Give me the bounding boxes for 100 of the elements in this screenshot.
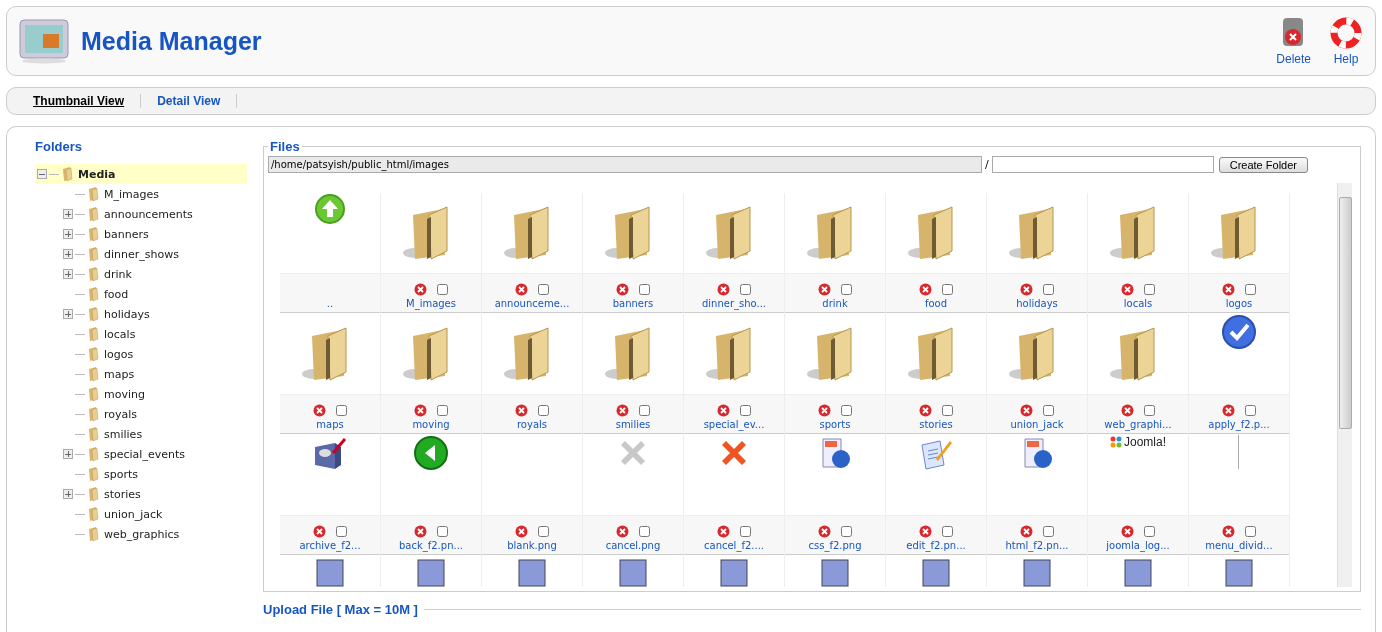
select-checkbox[interactable] [942, 284, 953, 295]
delete-icon[interactable] [818, 404, 831, 417]
select-checkbox[interactable] [841, 526, 852, 537]
file-name-link[interactable]: logos [1225, 298, 1253, 309]
delete-icon[interactable] [818, 283, 831, 296]
expand-toggle-icon[interactable] [63, 309, 73, 319]
file-name-link[interactable]: dinner_sho... [701, 298, 767, 309]
expand-toggle-icon[interactable] [63, 249, 73, 259]
delete-icon[interactable] [919, 404, 932, 417]
folder-name[interactable]: dinner_shows [104, 247, 179, 261]
file-name-link[interactable]: .. [326, 298, 334, 309]
select-checkbox[interactable] [538, 284, 549, 295]
delete-icon[interactable] [616, 404, 629, 417]
collapse-toggle-icon[interactable] [37, 169, 47, 179]
expand-toggle-icon[interactable] [63, 269, 73, 279]
file-name-link[interactable]: special_ev... [703, 419, 765, 430]
select-checkbox[interactable] [740, 405, 751, 416]
delete-icon[interactable] [1020, 404, 1033, 417]
view-tab[interactable]: Detail View [157, 94, 238, 108]
delete-icon[interactable] [515, 283, 528, 296]
select-checkbox[interactable] [336, 405, 347, 416]
select-checkbox[interactable] [1245, 284, 1256, 295]
delete-icon[interactable] [717, 525, 730, 538]
help-button[interactable]: Help [1329, 16, 1363, 66]
select-checkbox[interactable] [841, 284, 852, 295]
select-checkbox[interactable] [1043, 405, 1054, 416]
delete-icon[interactable] [1121, 525, 1134, 538]
delete-icon[interactable] [515, 404, 528, 417]
delete-icon[interactable] [1222, 283, 1235, 296]
folder-name[interactable]: royals [104, 407, 138, 421]
file-name-link[interactable]: smilies [615, 419, 651, 430]
select-checkbox[interactable] [1144, 405, 1155, 416]
folder-name[interactable]: union_jack [104, 507, 163, 521]
folder-name[interactable]: special_events [104, 447, 185, 461]
expand-toggle-icon[interactable] [63, 209, 73, 219]
file-name-link[interactable]: back_f2.pn... [398, 540, 464, 551]
folder-name[interactable]: web_graphics [104, 527, 180, 541]
folder-name[interactable]: Media [78, 167, 116, 181]
folder-name[interactable]: banners [104, 227, 149, 241]
folder-name[interactable]: holidays [104, 307, 150, 321]
delete-icon[interactable] [1121, 404, 1134, 417]
delete-icon[interactable] [616, 283, 629, 296]
delete-icon[interactable] [1121, 283, 1134, 296]
delete-icon[interactable] [414, 404, 427, 417]
delete-icon[interactable] [1222, 404, 1235, 417]
file-name-link[interactable]: cancel.png [605, 540, 661, 551]
folder-name[interactable]: logos [104, 347, 134, 361]
select-checkbox[interactable] [1144, 284, 1155, 295]
file-name-link[interactable]: union_jack [1010, 419, 1064, 430]
expand-toggle-icon[interactable] [63, 229, 73, 239]
folder-tree-root[interactable]: Media [35, 164, 247, 184]
folder-name[interactable]: drink [104, 267, 132, 281]
file-name-link[interactable]: M_images [406, 298, 456, 309]
delete-icon[interactable] [313, 525, 326, 538]
delete-icon[interactable] [313, 404, 326, 417]
folder-name-input[interactable] [991, 156, 1214, 173]
select-checkbox[interactable] [538, 526, 549, 537]
file-name-link[interactable]: html_f2.pn... [1005, 540, 1069, 551]
view-tab[interactable]: Thumbnail View [33, 94, 142, 108]
folder-name[interactable]: locals [104, 327, 136, 341]
delete-icon[interactable] [616, 525, 629, 538]
file-name-link[interactable]: locals [1123, 298, 1153, 309]
file-name-link[interactable]: banners [612, 298, 654, 309]
select-checkbox[interactable] [437, 405, 448, 416]
folder-name[interactable]: stories [104, 487, 141, 501]
delete-icon[interactable] [1222, 525, 1235, 538]
select-checkbox[interactable] [1245, 526, 1256, 537]
select-checkbox[interactable] [740, 284, 751, 295]
folder-name[interactable]: M_images [104, 187, 159, 201]
expand-toggle-icon[interactable] [63, 449, 73, 459]
file-name-link[interactable]: sports [819, 419, 851, 430]
file-name-link[interactable]: royals [516, 419, 547, 430]
delete-icon[interactable] [717, 283, 730, 296]
path-field[interactable]: /home/patsyish/public_html/images [268, 156, 982, 173]
folder-name[interactable]: sports [104, 467, 138, 481]
file-name-link[interactable]: cancel_f2.... [704, 540, 764, 551]
select-checkbox[interactable] [336, 526, 347, 537]
file-name-link[interactable]: archive_f2... [299, 540, 361, 551]
file-name-link[interactable]: menu_divid... [1205, 540, 1273, 551]
file-name-link[interactable]: maps [316, 419, 344, 430]
select-checkbox[interactable] [437, 284, 448, 295]
delete-icon[interactable] [414, 525, 427, 538]
delete-icon[interactable] [818, 525, 831, 538]
delete-icon[interactable] [717, 404, 730, 417]
select-checkbox[interactable] [1043, 284, 1054, 295]
delete-icon[interactable] [515, 525, 528, 538]
expand-toggle-icon[interactable] [63, 489, 73, 499]
delete-icon[interactable] [919, 525, 932, 538]
select-checkbox[interactable] [1043, 526, 1054, 537]
delete-icon[interactable] [1020, 525, 1033, 538]
folder-name[interactable]: smilies [104, 427, 143, 441]
select-checkbox[interactable] [841, 405, 852, 416]
scrollbar[interactable] [1337, 183, 1352, 587]
file-name-link[interactable]: blank.png [507, 540, 557, 551]
delete-icon[interactable] [919, 283, 932, 296]
select-checkbox[interactable] [437, 526, 448, 537]
select-checkbox[interactable] [538, 405, 549, 416]
file-name-link[interactable]: stories [919, 419, 953, 430]
delete-button[interactable]: Delete [1276, 16, 1311, 66]
folder-name[interactable]: announcements [104, 207, 193, 221]
